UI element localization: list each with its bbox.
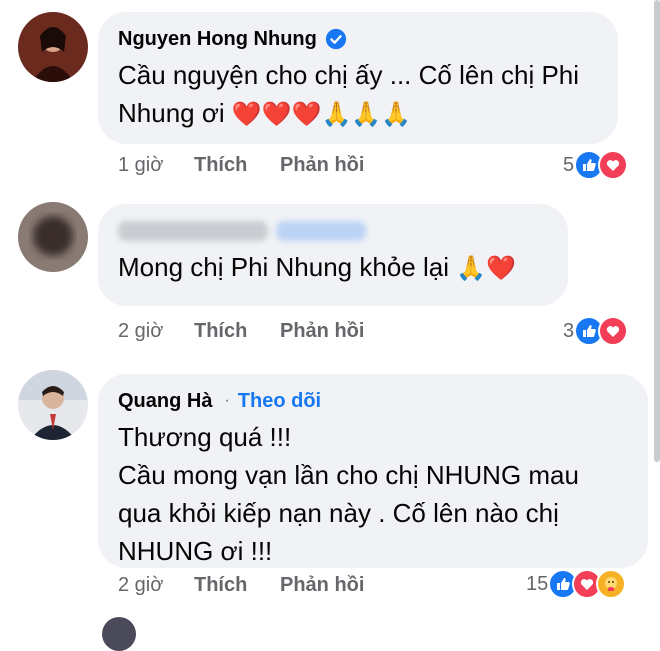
emoji-sequence: 🙏❤️	[456, 255, 516, 282]
reaction-summary[interactable]: 15	[526, 569, 627, 599]
comment-bubble: Mong chị Phi Nhung khỏe lại 🙏❤️	[98, 204, 568, 306]
comment-author[interactable]: Nguyen Hong Nhung	[118, 28, 317, 51]
hidden-author-name	[118, 218, 546, 244]
reaction-summary[interactable]: 5	[563, 150, 629, 180]
emoji-sequence: ❤️❤️❤️🙏🙏🙏	[231, 101, 412, 128]
comment-bubble: Nguyen Hong Nhung Cầu nguyện cho chị ấy …	[98, 12, 618, 144]
care-icon	[596, 569, 627, 599]
comment-time[interactable]: 2 giờ	[118, 320, 194, 343]
separator-dot: ·	[224, 392, 230, 409]
reaction-count: 3	[563, 319, 575, 342]
follow-button[interactable]: Theo dõi	[238, 390, 321, 413]
avatar[interactable]	[102, 617, 136, 651]
comment-actions: 2 giờ Thích Phản hồi	[118, 571, 364, 599]
like-button[interactable]: Thích	[194, 320, 280, 343]
love-icon	[598, 150, 629, 180]
like-button[interactable]: Thích	[194, 154, 280, 177]
reply-button[interactable]: Phản hồi	[280, 320, 364, 343]
reaction-count: 5	[563, 153, 575, 176]
avatar[interactable]	[18, 370, 88, 440]
reply-button[interactable]: Phản hồi	[280, 574, 364, 597]
reaction-summary[interactable]: 3	[563, 316, 629, 346]
verified-badge-icon	[325, 28, 346, 50]
comment-time[interactable]: 1 giờ	[118, 154, 194, 177]
comment-text: Thương quá !!! Cầu mong vạn lần cho chị …	[118, 422, 579, 566]
comment-time[interactable]: 2 giờ	[118, 574, 194, 597]
comment-actions: 1 giờ Thích Phản hồi	[118, 151, 364, 179]
avatar[interactable]	[18, 12, 88, 82]
reaction-count: 15	[526, 572, 549, 595]
avatar[interactable]	[18, 202, 88, 272]
scrollbar[interactable]	[654, 0, 660, 462]
comment-bubble: Quang Hà · Theo dõi Thương quá !!! Cầu m…	[98, 374, 648, 568]
like-button[interactable]: Thích	[194, 574, 280, 597]
comment-text: Cầu nguyện cho chị ấy ... Cố lên chị Phi…	[118, 60, 580, 128]
comment-actions: 2 giờ Thích Phản hồi	[118, 317, 364, 345]
love-icon	[598, 316, 629, 346]
reply-button[interactable]: Phản hồi	[280, 154, 364, 177]
comment-author[interactable]: Quang Hà	[118, 390, 212, 413]
comment-text: Mong chị Phi Nhung khỏe lại 🙏❤️	[118, 252, 516, 282]
